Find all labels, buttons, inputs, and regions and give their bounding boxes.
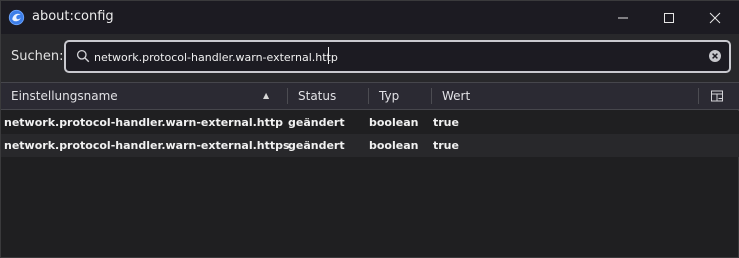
about-config-window: about:config Suchen: network.protocol-ha…	[0, 0, 739, 258]
clear-icon[interactable]	[708, 49, 722, 63]
firefox-logo-icon	[8, 9, 25, 26]
pref-value-cell[interactable]: true	[433, 111, 459, 134]
text-caret	[328, 47, 329, 64]
sort-ascending-icon[interactable]: ▲	[263, 83, 269, 109]
maximize-icon	[664, 12, 674, 23]
search-icon	[76, 49, 90, 63]
column-picker-icon[interactable]	[710, 89, 724, 103]
pref-name-cell: network.protocol-handler.warn-external.h…	[4, 116, 284, 129]
table-row[interactable]: network.protocol-handler.warn-external.h…	[1, 111, 739, 134]
close-button[interactable]	[692, 1, 738, 34]
pref-type-cell: boolean	[369, 139, 419, 152]
column-separator[interactable]	[431, 88, 432, 104]
table-header: Einstellungsname ▲ Status Typ Wert	[1, 82, 739, 110]
search-input[interactable]	[94, 48, 694, 66]
column-header-value[interactable]: Wert	[442, 83, 470, 109]
pref-value-cell[interactable]: true	[433, 134, 459, 157]
minimize-button[interactable]	[600, 1, 646, 34]
table-body: network.protocol-handler.warn-external.h…	[1, 111, 739, 157]
title-bar[interactable]: about:config	[1, 1, 739, 34]
column-separator	[698, 88, 699, 104]
pref-status-cell: geändert	[288, 139, 345, 152]
column-separator[interactable]	[287, 88, 288, 104]
close-icon	[709, 12, 721, 23]
search-row: Suchen:	[1, 34, 739, 82]
minimize-icon	[618, 17, 628, 18]
column-separator[interactable]	[368, 88, 369, 104]
pref-status-cell: geändert	[288, 116, 345, 129]
column-header-status[interactable]: Status	[298, 83, 336, 109]
table-row[interactable]: network.protocol-handler.warn-external.h…	[1, 134, 739, 157]
search-box[interactable]	[64, 40, 731, 73]
window-title: about:config	[32, 9, 114, 24]
column-header-name[interactable]: Einstellungsname	[11, 83, 118, 109]
column-header-type[interactable]: Typ	[379, 83, 399, 109]
pref-name-cell: network.protocol-handler.warn-external.h…	[4, 139, 290, 152]
pref-type-cell: boolean	[369, 116, 419, 129]
maximize-button[interactable]	[646, 1, 692, 34]
search-label: Suchen:	[11, 49, 64, 64]
